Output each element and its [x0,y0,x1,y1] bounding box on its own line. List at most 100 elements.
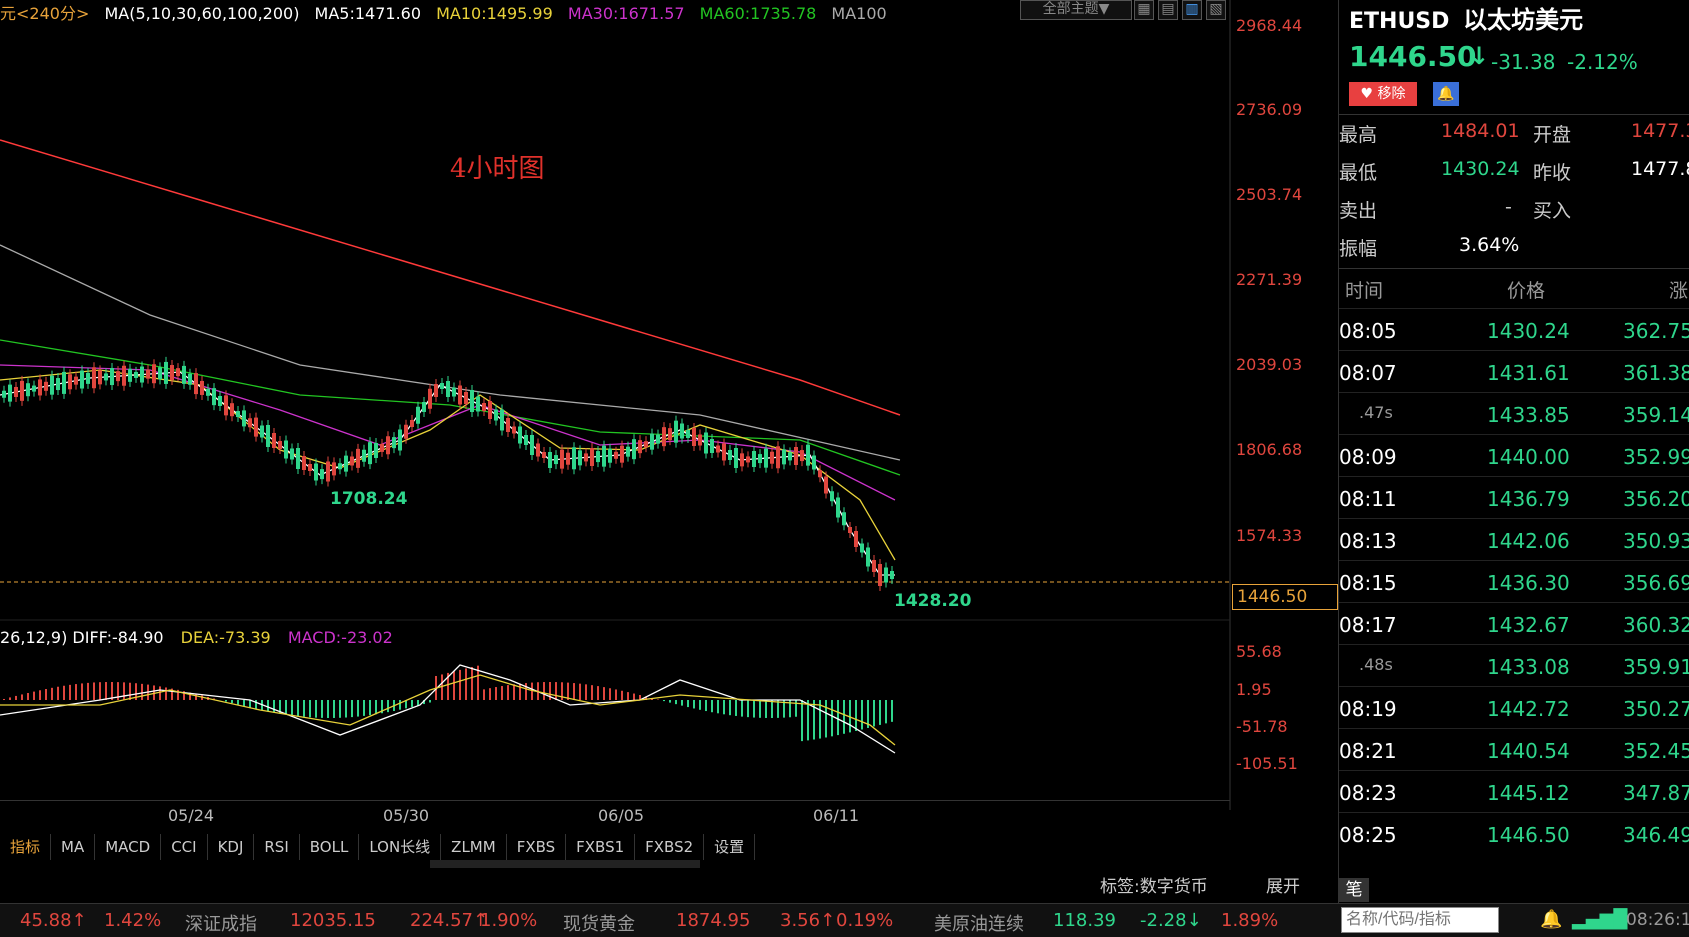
indicator-tabs: 指标MAMACDCCIKDJRSIBOLLLON长线ZLMMFXBSFXBS1F… [0,834,755,860]
macd-bar [327,700,329,718]
tick-price: 1442.06 [1487,529,1570,553]
price-chart-svg [0,0,1336,810]
prev-close-value: 1477.8 [1631,158,1689,180]
signal-icon: ▂▄▆█ [1572,909,1627,930]
indicator-tab[interactable]: MA [51,834,95,860]
macd-bar [315,700,317,718]
heart-icon: ♥ [1360,86,1373,102]
macd-bar [123,682,125,700]
macd-tick: -51.78 [1236,717,1288,736]
macd-bar [57,687,59,700]
macd-bar [573,683,575,700]
macd-bar [285,700,287,715]
indicator-tab[interactable]: KDJ [208,834,255,860]
ticker-item: 1874.95 [676,910,750,931]
pen-tab[interactable]: 笔 [1339,878,1369,902]
indicator-tab[interactable]: FXBS1 [566,834,635,860]
tick-change: 352.99 [1623,445,1689,469]
tick-price: 1445.12 [1487,781,1570,805]
macd-bar [825,700,827,737]
macd-bar [633,694,635,700]
tick-row: 08:131442.06350.93 [1339,518,1689,561]
indicator-tab[interactable]: CCI [161,834,207,860]
macd-bar [717,700,719,713]
tick-price: 1436.79 [1487,487,1570,511]
macd-bar [597,686,599,700]
macd-bar [369,700,371,715]
macd-value: MACD:-23.02 [288,628,393,647]
macd-bar [801,700,803,741]
tick-change: 347.87 [1623,781,1689,805]
chart-area[interactable]: 元<240分> MA(5,10,30,60,100,200) MA5:1471.… [0,0,1336,870]
expand-button[interactable]: 展开 [1266,872,1300,897]
tick-row: 08:111436.79356.20 [1339,476,1689,519]
tick-change: 360.32 [1623,613,1689,637]
macd-bar [873,700,875,726]
horizontal-scrollbar[interactable] [430,860,700,868]
ticker-item[interactable]: 深证成指 [185,910,257,936]
macd-bar [21,694,23,700]
macd-bar [273,700,275,713]
asset-name: 以太坊美元 [1463,6,1583,34]
macd-bar [609,688,611,700]
remove-watch-button[interactable]: ♥ 移除 [1349,82,1417,106]
macd-bar [141,684,143,700]
tick-time: 08:19 [1339,697,1397,721]
macd-bar [681,700,683,706]
search-input[interactable] [1341,907,1499,933]
macd-bar [495,687,497,700]
macd-bar [339,700,341,718]
tag-label: 标签:数字货币 [1100,872,1208,897]
indicator-tab[interactable]: FXBS [507,834,566,860]
ticker-item[interactable]: 现货黄金 [563,910,635,936]
macd-bar [585,684,587,700]
macd-bar [843,700,845,734]
macd-bar [411,700,413,707]
macd-bar [705,700,707,711]
indicator-tab[interactable]: LON长线 [359,834,441,860]
tick-time: 08:05 [1339,319,1397,343]
indicator-tab[interactable]: MACD [95,834,161,860]
macd-bar [9,697,11,700]
tick-time: 08:23 [1339,781,1397,805]
tick-price: 1433.85 [1487,403,1570,427]
remove-label: 移除 [1378,86,1406,102]
indicator-tab[interactable]: FXBS2 [635,834,704,860]
tick-row: .48s1433.08359.91 [1339,644,1689,687]
ticker-item[interactable]: 美原油连续 [934,910,1024,936]
candlestick-series [2,357,894,591]
macd-tick: 55.68 [1236,642,1282,661]
indicator-tab[interactable]: RSI [254,834,299,860]
alert-button[interactable]: 🔔 [1433,82,1459,106]
macd-bar [243,700,245,706]
macd-bar [669,700,671,703]
macd-bar [675,700,677,704]
high-value: 1484.01 [1441,120,1520,142]
macd-bar [753,700,755,718]
macd-bar [747,700,749,717]
indicator-tab[interactable]: BOLL [300,834,360,860]
macd-bar [297,700,299,716]
macd-bar [195,694,197,700]
bell-icon[interactable]: 🔔 [1540,909,1562,930]
symbol: ETHUSD [1349,9,1449,34]
macd-bar [693,700,695,708]
macd-bar [795,700,797,717]
macd-bar [363,700,365,716]
macd-bar [429,700,431,703]
tick-change: 346.49 [1623,823,1689,847]
buy-label: 买入 [1533,196,1571,223]
indicator-tab[interactable]: ZLMM [441,834,507,860]
tick-change: 350.27 [1623,697,1689,721]
ma5-line [0,372,895,575]
tick-row: 08:071431.61361.38 [1339,350,1689,393]
macd-bar [807,700,809,740]
macd-bar [627,692,629,700]
indicator-tab[interactable]: 指标 [0,834,51,860]
date-label: 06/05 [598,806,644,825]
indicator-tab[interactable]: 设置 [704,834,755,860]
tick-price: 1431.61 [1487,361,1570,385]
macd-bar [543,682,545,700]
macd-bar [711,700,713,712]
ticker-item: 1.90% [480,910,537,931]
